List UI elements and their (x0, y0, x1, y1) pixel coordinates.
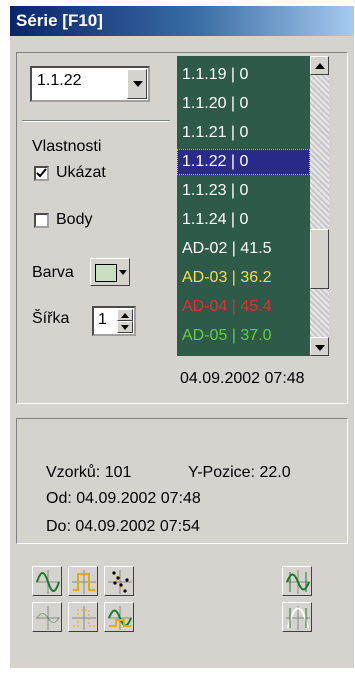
arrow-down-icon (121, 325, 129, 330)
step-dotted-button[interactable] (68, 602, 98, 632)
width-label: Šířka (32, 310, 70, 327)
scatter-icon (108, 570, 132, 594)
step-curve-button[interactable] (68, 566, 98, 596)
grid-toggle-button[interactable] (32, 602, 62, 632)
arrow-up-icon (315, 63, 325, 69)
show-checkbox[interactable] (34, 166, 49, 181)
width-value: 1 (98, 311, 107, 328)
arrow-up-icon (121, 313, 129, 318)
samples-count: Vzorků: 101 (46, 464, 132, 481)
list-item[interactable]: AD-03 | 36.2 (177, 265, 310, 291)
series-select-value: 1.1.22 (37, 72, 82, 89)
color-label: Barva (32, 264, 74, 281)
properties-heading: Vlastnosti (32, 138, 102, 155)
list-item[interactable]: 1.1.23 | 0 (177, 178, 310, 204)
series-select[interactable]: 1.1.22 (30, 66, 150, 102)
list-scrollbar[interactable] (310, 56, 329, 356)
scatter-points-button[interactable] (104, 566, 134, 596)
align-top-button[interactable] (282, 566, 312, 596)
wave-range-icon (286, 570, 310, 594)
sine-curve-button[interactable] (32, 566, 62, 596)
scroll-down-button[interactable] (310, 337, 329, 356)
list-item-selected[interactable]: 1.1.22 | 0 (177, 149, 310, 175)
list-item[interactable]: 1.1.19 | 0 (177, 62, 310, 88)
show-label: Ukázat (56, 164, 106, 181)
scroll-thumb[interactable] (310, 229, 329, 289)
list-item[interactable]: 1.1.21 | 0 (177, 120, 310, 146)
dropdown-arrow-button[interactable] (127, 69, 147, 99)
step-wave-icon (72, 570, 96, 594)
align-bottom-button[interactable] (282, 602, 312, 632)
list-item[interactable]: AD-05 | 37.0 (177, 323, 310, 349)
check-icon (36, 168, 47, 178)
width-stepper[interactable]: 1 (92, 306, 136, 336)
chevron-down-icon (119, 270, 127, 275)
list-item[interactable]: 1.1.24 | 0 (177, 207, 310, 233)
list-item[interactable]: 1.1.20 | 0 (177, 91, 310, 117)
list-timestamp: 04.09.2002 07:48 (180, 370, 305, 387)
width-up-button[interactable] (117, 309, 133, 321)
mixed-wave-icon (108, 606, 132, 630)
width-down-button[interactable] (117, 321, 133, 333)
color-swatch (95, 264, 117, 282)
chevron-down-icon (133, 81, 143, 87)
y-position: Y-Pozice: 22.0 (188, 464, 291, 481)
divider (22, 120, 170, 122)
color-picker-button[interactable] (90, 258, 130, 286)
window-title: Série [F10] (16, 11, 103, 30)
series-list[interactable]: 1.1.19 | 0 1.1.20 | 0 1.1.21 | 0 1.1.22 … (177, 56, 310, 356)
scroll-up-button[interactable] (310, 56, 329, 75)
to-time: Do: 04.09.2002 07:54 (46, 518, 200, 535)
grid-cross-icon (36, 606, 60, 630)
dotted-step-icon (72, 606, 96, 630)
list-item[interactable]: AD-04 | 45.4 (177, 294, 310, 320)
points-label: Body (56, 211, 93, 228)
points-checkbox[interactable] (34, 213, 49, 228)
mixed-curve-button[interactable] (104, 602, 134, 632)
title-bar[interactable]: Série [F10] (10, 6, 354, 36)
list-item[interactable]: AD-02 | 41.5 (177, 236, 310, 262)
series-panel: Série [F10] 1.1.22 Vlastnosti Ukázat Bod… (10, 6, 354, 668)
arrow-down-icon (315, 345, 325, 351)
sine-wave-icon (36, 570, 60, 594)
from-time: Od: 04.09.2002 07:48 (46, 490, 201, 507)
peak-range-icon (286, 606, 310, 630)
